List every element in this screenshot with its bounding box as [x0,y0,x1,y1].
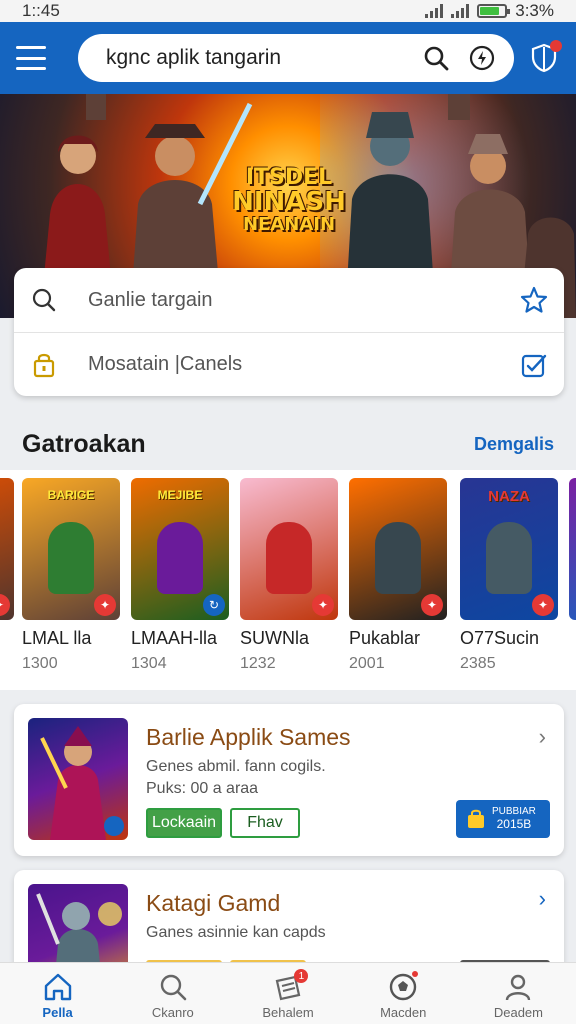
game-badge-icon: ✦ [312,594,334,616]
game-card[interactable]: Barlie Applik Sames Genes abmil. fann co… [14,704,564,856]
lock-icon [30,351,58,379]
battery-percent: 3:3% [515,1,554,20]
status-time: 1::45 [22,1,60,20]
game-count: 2385 [460,655,496,672]
home-icon [44,973,71,1001]
notification-dot [411,971,418,977]
favorite-button[interactable]: Fhav [230,808,300,838]
game-card-description: Genes abmil. fann cogils. [146,758,326,775]
game-cover-image: ✦ [240,478,338,620]
game-tile[interactable]: ✦ SUWNla 1232 [240,478,338,673]
profile-icon [506,974,531,1001]
game-cover-image: MEJIBE ↻ [131,478,229,620]
hero-title: ITSDEL NINASH NEANAIN [232,165,346,236]
game-count: 1300 [22,655,58,672]
search-icon[interactable] [418,40,454,76]
game-cover-image: NAZA ✦ [460,478,558,620]
status-bar: 1::45 3:3% [0,0,576,22]
quick-action-channels[interactable]: Mosatain |Canels [14,332,564,396]
game-count: 1304 [131,655,167,672]
game-cover-image: ✦ [349,478,447,620]
shopping-bag-icon [468,809,484,828]
game-count: 2001 [349,655,385,672]
chevron-right-icon[interactable]: › [539,724,546,750]
voice-search-icon[interactable] [464,40,500,76]
nav-item-sports[interactable]: Macden [346,963,461,1024]
notification-dot [550,40,562,52]
game-tile-partial[interactable]: ✦ [0,478,14,620]
game-badge-icon: ✦ [421,594,443,616]
game-tile-partial[interactable] [569,478,576,620]
battery-icon [477,4,511,18]
game-card-image [28,718,128,840]
bottom-navigation: Pella Ckanro 1 Behalem Macden Deadem [0,962,576,1024]
search-input[interactable]: kgnc aplik tangarin [106,46,408,70]
chevron-right-icon[interactable]: › [539,886,546,912]
game-cover-image: BARIGE ✦ [22,478,120,620]
nav-item-library[interactable]: 1 Behalem [230,963,345,1024]
quick-action-label: Mosatain |Canels [88,353,243,375]
game-card-title: Barlie Applik Sames [146,724,351,750]
game-count: 1232 [240,655,276,672]
game-card-title: Katagi Gamd [146,890,281,916]
lock-game-button[interactable]: Lockaain [146,808,222,838]
search-icon [30,286,58,314]
game-name: O77Sucin [460,628,540,648]
game-card-description: Ganes asinnie kan capds [146,924,326,941]
edit-check-icon[interactable] [520,351,548,379]
game-badge-icon: ↻ [203,594,225,616]
quick-actions-card: Ganlie targain Mosatain |Canels [14,268,564,396]
quick-action-label: Ganlie targain [88,288,213,311]
search-icon [160,974,187,1001]
game-tile[interactable]: MEJIBE ↻ LMAAH-lla 1304 [131,478,229,673]
search-bar[interactable]: kgnc aplik tangarin [78,34,514,82]
section-title: Gatroakan [22,430,146,458]
quick-action-game-search[interactable]: Ganlie targain [14,268,564,332]
football-icon [390,973,417,1001]
game-name: LMAL lla [22,628,92,648]
game-name: Pukablar [349,628,421,648]
game-badge-icon: ✦ [532,594,554,616]
game-carousel[interactable]: ✦ BARIGE ✦ LMAL lla 1300 MEJIBE ↻ LMAAH-… [0,470,576,690]
battery-level [480,7,500,15]
game-tile[interactable]: BARIGE ✦ LMAL lla 1300 [22,478,120,673]
nav-item-profile[interactable]: Deadem [461,963,576,1024]
game-name: SUWNla [240,628,310,648]
wifi-signal-icon [425,4,444,18]
shield-icon[interactable] [526,40,562,76]
nav-item-search[interactable]: Ckanro [115,963,230,1024]
star-icon[interactable] [520,286,548,314]
game-tile[interactable]: NAZA ✦ O77Sucin 2385 [460,478,558,673]
cell-signal-icon [451,4,470,18]
menu-icon[interactable] [16,46,46,70]
game-badge-icon: ✦ [94,594,116,616]
app-bar: kgnc aplik tangarin [0,22,576,94]
purchase-button[interactable]: PUBBIAR 2015B [456,800,550,838]
game-card-meta: Puks: 00 a araa [146,780,259,797]
nav-badge: 1 [294,969,309,983]
nav-item-home[interactable]: Pella [0,963,115,1024]
see-all-link[interactable]: Demgalis [474,434,554,455]
game-tile[interactable]: ✦ Pukablar 2001 [349,478,447,673]
game-name: LMAAH-lla [131,628,218,648]
